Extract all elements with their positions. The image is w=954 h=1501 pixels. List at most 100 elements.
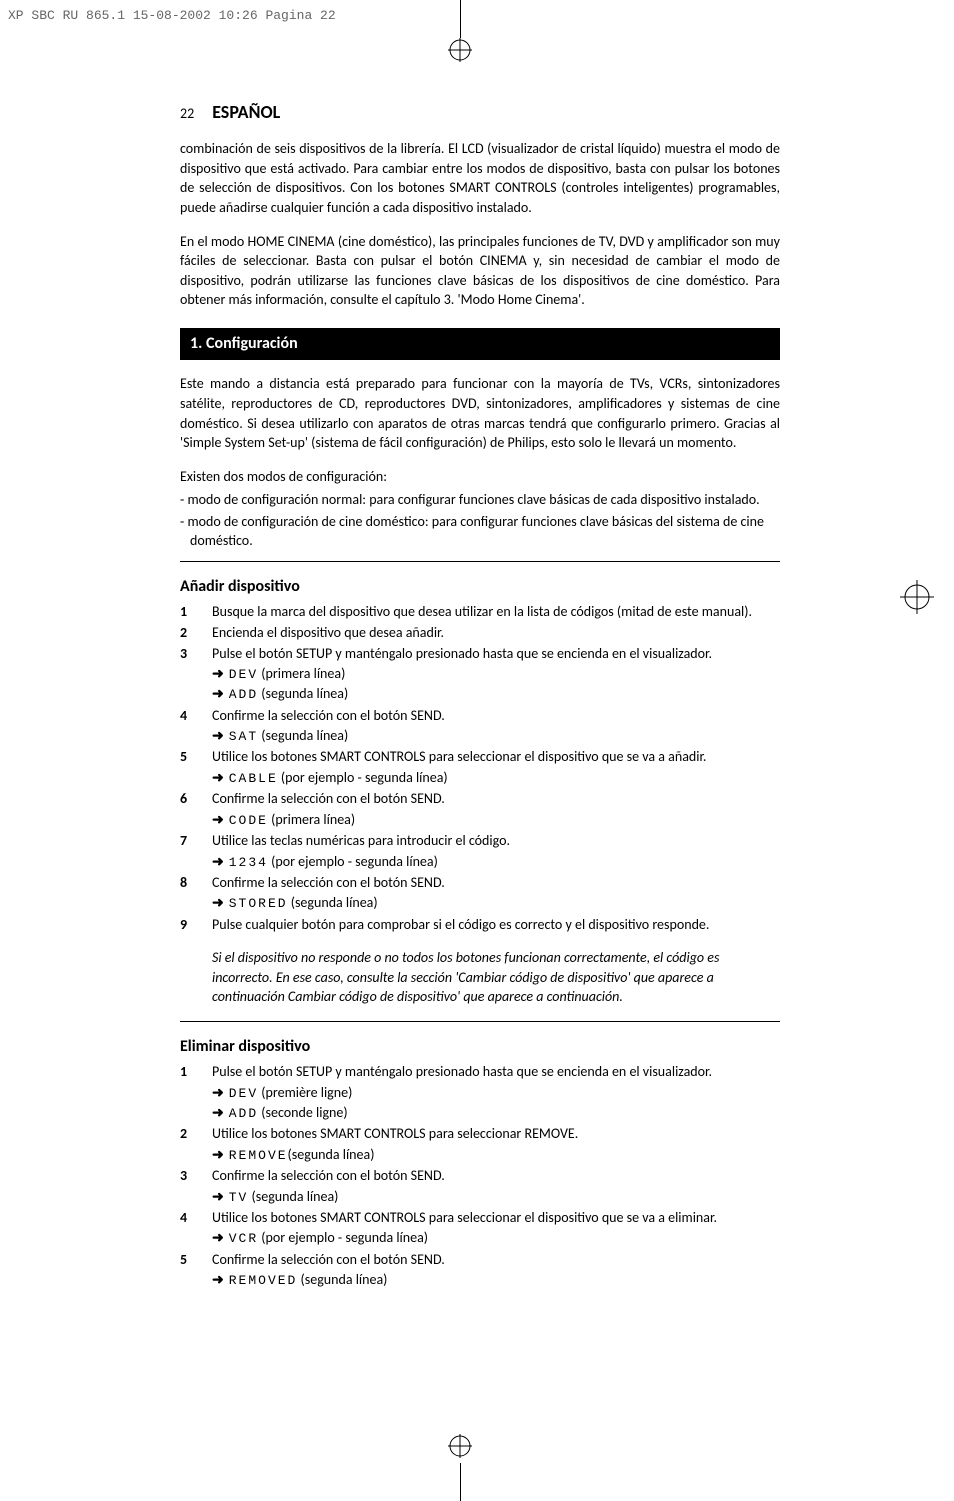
step-text: Pulse cualquier botón para comprobar si … — [212, 915, 780, 935]
page-content: 22 ESPAÑOL combinación de seis dispositiv… — [180, 100, 780, 1290]
result-note: (primera línea) — [268, 811, 355, 828]
arrow-icon: ➜ — [212, 1271, 224, 1288]
step-number: 4 — [180, 706, 212, 726]
step-number: 9 — [180, 915, 212, 935]
arrow-icon: ➜ — [212, 665, 224, 682]
page-heading: 22 ESPAÑOL — [180, 100, 780, 125]
divider — [180, 561, 780, 562]
arrow-icon: ➜ — [212, 1146, 224, 1163]
step-item: 2Encienda el dispositivo que desea añadi… — [180, 623, 780, 643]
divider — [180, 1021, 780, 1022]
step-result: ➜ TV (segunda línea) — [212, 1187, 780, 1207]
file-header: XP SBC RU 865.1 15-08-2002 10:26 Pagina … — [8, 8, 336, 23]
lcd-code: CABLE — [229, 771, 278, 786]
result-note: (por ejemplo - segunda línea) — [268, 853, 438, 870]
step-text: Utilice los botones SMART CONTROLS para … — [212, 1208, 780, 1228]
step-number: 1 — [180, 1062, 212, 1082]
lcd-code: REMOVED — [229, 1273, 298, 1288]
step-number: 3 — [180, 644, 212, 664]
result-note: (première ligne) — [258, 1084, 352, 1101]
step-number: 6 — [180, 789, 212, 809]
intro-para-1: combinación de seis dispositivos de la l… — [180, 139, 780, 217]
remove-device-title: Eliminar dispositivo — [180, 1036, 780, 1058]
lcd-code: DEV — [229, 667, 258, 682]
arrow-icon: ➜ — [212, 1104, 224, 1121]
step-result: ➜REMOVED (segunda línea) — [212, 1270, 780, 1290]
page-number: 22 — [180, 105, 194, 122]
lcd-code: STORED — [229, 896, 288, 911]
step-result: ➜ADD (seconde ligne) — [212, 1103, 780, 1123]
mode-normal: - modo de configuración normal: para con… — [180, 490, 780, 510]
crop-mark-top — [460, 0, 461, 38]
step-number: 8 — [180, 873, 212, 893]
step-result: ➜ADD (segunda línea) — [212, 684, 780, 704]
step-item: 1Busque la marca del dispositivo que des… — [180, 602, 780, 622]
lcd-code: DEV — [229, 1086, 258, 1101]
step-item: 6Confirme la selección con el botón SEND… — [180, 789, 780, 809]
crop-mark-bottom — [460, 1463, 461, 1501]
step-text: Confirme la selección con el botón SEND. — [212, 789, 780, 809]
lcd-code: REMOVE — [229, 1148, 288, 1163]
result-note: (por ejemplo - segunda línea) — [258, 1229, 428, 1246]
step-item: 1Pulse el botón SETUP y manténgalo presi… — [180, 1062, 780, 1082]
arrow-icon: ➜ — [212, 853, 224, 870]
registration-mark-right — [900, 580, 934, 619]
crop-target-bottom — [448, 1434, 472, 1463]
step-item: 5Confirme la selección con el botón SEND… — [180, 1250, 780, 1270]
step-result: ➜ 1234 (por ejemplo - segunda línea) — [212, 852, 780, 872]
step-result: ➜ CODE (primera línea) — [212, 810, 780, 830]
section-1-para-1: Este mando a distancia está preparado pa… — [180, 374, 780, 452]
step-text: Confirme la selección con el botón SEND. — [212, 873, 780, 893]
step-result: ➜DEV (première ligne) — [212, 1083, 780, 1103]
step-result: ➜ DEV (primera línea) — [212, 664, 780, 684]
add-device-steps: 1Busque la marca del dispositivo que des… — [180, 602, 780, 934]
result-note: (segunda línea) — [248, 1188, 338, 1205]
lcd-code: TV — [229, 1190, 249, 1205]
add-device-title: Añadir dispositivo — [180, 576, 780, 598]
result-note: (primera línea) — [258, 665, 345, 682]
mode-cinema: - modo de configuración de cine doméstic… — [180, 512, 780, 551]
step-text: Confirme la selección con el botón SEND. — [212, 706, 780, 726]
step-item: 5Utilice los botones SMART CONTROLS para… — [180, 747, 780, 767]
step-item: 9Pulse cualquier botón para comprobar si… — [180, 915, 780, 935]
result-note: (segunda línea) — [288, 1146, 375, 1163]
language-label: ESPAÑOL — [212, 101, 280, 123]
step-number: 2 — [180, 623, 212, 643]
step-text: Pulse el botón SETUP y manténgalo presio… — [212, 1062, 780, 1082]
step-number: 3 — [180, 1166, 212, 1186]
lcd-code: CODE — [229, 813, 268, 828]
arrow-icon: ➜ — [212, 1229, 224, 1246]
step-item: 4Confirme la selección con el botón SEND… — [180, 706, 780, 726]
step-text: Confirme la selección con el botón SEND. — [212, 1250, 780, 1270]
arrow-icon: ➜ — [212, 685, 224, 702]
step-number: 7 — [180, 831, 212, 851]
step-number: 5 — [180, 1250, 212, 1270]
arrow-icon: ➜ — [212, 1188, 224, 1205]
step-item: 7Utilice las teclas numéricas para intro… — [180, 831, 780, 851]
result-note: (segunda línea) — [288, 894, 378, 911]
remove-device-steps: 1Pulse el botón SETUP y manténgalo presi… — [180, 1062, 780, 1290]
lcd-code: ADD — [229, 687, 258, 702]
step-result: ➜ VCR (por ejemplo - segunda línea) — [212, 1228, 780, 1248]
step-number: 5 — [180, 747, 212, 767]
lcd-code: VCR — [229, 1231, 258, 1246]
step-text: Utilice las teclas numéricas para introd… — [212, 831, 780, 851]
step-text: Utilice los botones SMART CONTROLS para … — [212, 747, 780, 767]
step-item: 3Pulse el botón SETUP y manténgalo presi… — [180, 644, 780, 664]
step-text: Encienda el dispositivo que desea añadir… — [212, 623, 780, 643]
result-note: (seconde ligne) — [258, 1104, 347, 1121]
lcd-code: 1234 — [229, 855, 268, 870]
step-result: ➜CABLE (por ejemplo - segunda línea) — [212, 768, 780, 788]
crop-target-top — [448, 38, 472, 67]
result-note: (segunda línea) — [258, 727, 348, 744]
step-item: 4Utilice los botones SMART CONTROLS para… — [180, 1208, 780, 1228]
arrow-icon: ➜ — [212, 769, 224, 786]
step-text: Busque la marca del dispositivo que dese… — [212, 602, 780, 622]
arrow-icon: ➜ — [212, 727, 224, 744]
step-text: Confirme la selección con el botón SEND. — [212, 1166, 780, 1186]
step-item: 8Confirme la selección con el botón SEND… — [180, 873, 780, 893]
step-result: ➜ REMOVE(segunda línea) — [212, 1145, 780, 1165]
step-item: 3Confirme la selección con el botón SEND… — [180, 1166, 780, 1186]
arrow-icon: ➜ — [212, 811, 224, 828]
step-text: Utilice los botones SMART CONTROLS para … — [212, 1124, 780, 1144]
